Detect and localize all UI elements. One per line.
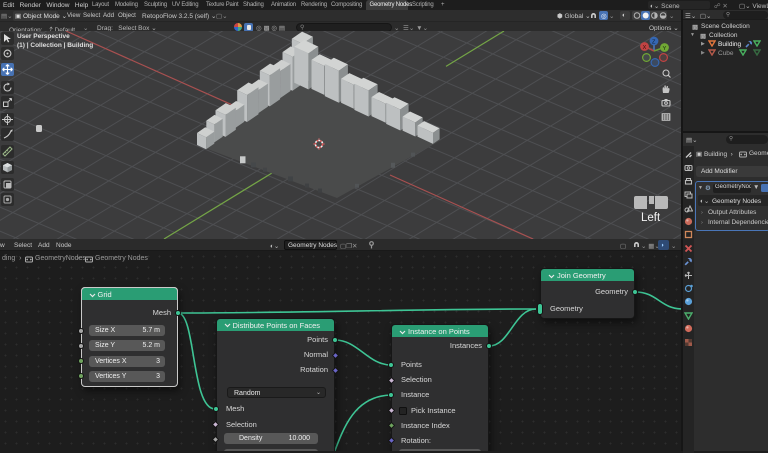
svg-text:Y: Y	[663, 46, 667, 52]
svg-text:X: X	[643, 45, 647, 51]
